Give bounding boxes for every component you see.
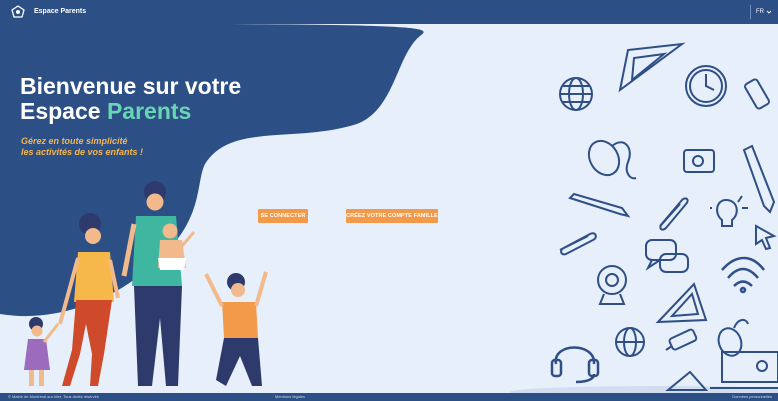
top-bar: Espace Parents FR [0, 0, 778, 24]
clock-icon [685, 65, 727, 107]
set-square-icon [655, 282, 708, 324]
headphones-icon [550, 346, 600, 384]
brand[interactable]: Espace Parents [10, 4, 86, 20]
legal-link[interactable]: Mentions légales [275, 393, 305, 401]
usb-icon [665, 328, 698, 351]
webcam-icon [597, 265, 627, 305]
copyright-text: © Mairie de Montreuil-sur-Mer, Tous droi… [8, 394, 99, 399]
privacy-link[interactable]: Données personnelles [732, 393, 772, 401]
usb-icon [744, 78, 770, 110]
globe-icon [559, 77, 593, 111]
logo-icon [11, 5, 25, 18]
laptop-icon [710, 351, 778, 389]
paperclip-icon [559, 232, 597, 256]
set-square-icon [665, 370, 709, 391]
hero-section: Bienvenue sur votre Espace Parents Gérez… [0, 24, 778, 393]
sharpener-icon [683, 149, 715, 173]
globe-icon [615, 327, 645, 357]
mouse-icon [587, 139, 637, 180]
paperclip-icon [659, 197, 689, 231]
app-title: Espace Parents [34, 8, 87, 15]
language-label: FR [756, 9, 764, 15]
language-selector[interactable]: FR [750, 5, 772, 19]
chevron-down-icon [766, 10, 772, 14]
set-square-icon [618, 42, 686, 93]
chat-bubble-icon [645, 239, 689, 273]
pencil-icon [568, 192, 631, 218]
footer: © Mairie de Montreuil-sur-Mer, Tous droi… [0, 393, 778, 401]
wifi-icon [721, 256, 765, 294]
lightbulb-icon [710, 195, 748, 227]
language-divider [750, 5, 751, 19]
cursor-icon [755, 224, 777, 251]
